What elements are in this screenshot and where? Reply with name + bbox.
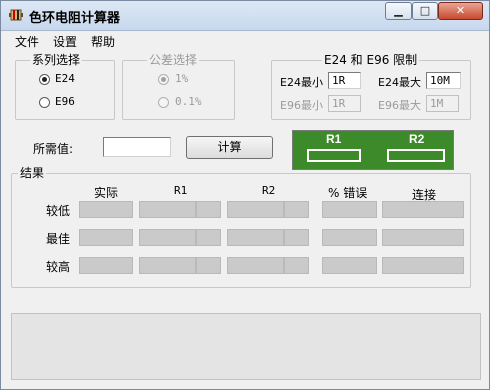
radio-e24[interactable] [39, 74, 50, 85]
lower-r1-field [139, 201, 196, 218]
higher-error-field [322, 257, 377, 274]
lower-r2-field [227, 201, 284, 218]
maximize-icon: □ [419, 4, 431, 17]
app-window: 色环电阻计算器 ▁ □ ✕ 文件 设置 帮助 系列选择 E24 E96 公差选择… [0, 0, 490, 390]
e96-max-input[interactable]: 1M [426, 95, 459, 112]
e24-max-input[interactable]: 10M [426, 72, 461, 89]
r2-label: R2 [409, 132, 425, 146]
r1-label: R1 [326, 132, 342, 146]
higher-r1-unit-field [196, 257, 221, 274]
lower-r2-unit-field [284, 201, 309, 218]
lower-actual-field [79, 201, 133, 218]
higher-r2-unit-field [284, 257, 309, 274]
r2-resistor-icon [387, 149, 445, 162]
lower-connection-field [382, 201, 464, 218]
results-group-label: 结果 [18, 166, 47, 180]
limits-group-label: E24 和 E96 限制 [322, 53, 420, 67]
e24-min-label: E24最小 [280, 76, 323, 89]
lower-error-field [322, 201, 377, 218]
series-group: 系列选择 E24 E96 [15, 53, 115, 120]
r1-resistor-icon [307, 149, 361, 162]
close-icon: ✕ [455, 4, 466, 17]
results-group: 结果 实际 R1 R2 % 错误 连接 较低 最佳 较高 [11, 166, 471, 288]
e96-min-label: E96最小 [280, 99, 323, 112]
minimize-button[interactable]: ▁ [385, 2, 412, 20]
minimize-icon: ▁ [394, 4, 403, 17]
row-higher-label: 较高 [46, 260, 71, 274]
menu-help[interactable]: 帮助 [91, 33, 115, 50]
row-best-label: 最佳 [46, 232, 71, 246]
best-r2-unit-field [284, 229, 309, 246]
window-title: 色环电阻计算器 [29, 11, 121, 26]
limits-group: E24 和 E96 限制 E24最小 1R E24最大 10M E96最小 1R… [271, 53, 471, 120]
resistor-display: R1 R2 [292, 130, 454, 170]
radio-selected-dot [42, 77, 47, 82]
radio-tol-01pct[interactable] [158, 97, 169, 108]
lower-r1-unit-field [196, 201, 221, 218]
status-area [11, 313, 481, 380]
higher-r2-field [227, 257, 284, 274]
maximize-button[interactable]: □ [412, 2, 438, 20]
e96-min-input[interactable]: 1R [328, 95, 361, 112]
required-value-input[interactable] [103, 137, 171, 157]
best-connection-field [382, 229, 464, 246]
menu-bar: 文件 设置 帮助 [1, 31, 489, 51]
col-error: % 错误 [328, 186, 368, 200]
e24-max-label: E24最大 [378, 76, 421, 89]
higher-connection-field [382, 257, 464, 274]
higher-r1-field [139, 257, 196, 274]
menu-file[interactable]: 文件 [15, 33, 39, 50]
e96-max-label: E96最大 [378, 99, 421, 112]
tolerance-group-label: 公差选择 [147, 53, 200, 67]
row-lower-label: 较低 [46, 204, 71, 218]
e24-min-input[interactable]: 1R [328, 72, 361, 89]
resistor-app-icon [9, 9, 23, 21]
radio-e96[interactable] [39, 97, 50, 108]
radio-tol-1pct-label[interactable]: 1% [175, 72, 188, 85]
radio-tol-01pct-label[interactable]: 0.1% [175, 95, 202, 108]
best-r1-unit-field [196, 229, 221, 246]
radio-selected-dot [161, 77, 166, 82]
title-bar[interactable]: 色环电阻计算器 ▁ □ ✕ [1, 1, 489, 31]
radio-tol-1pct[interactable] [158, 74, 169, 85]
required-value-label: 所需值: [33, 142, 74, 156]
best-error-field [322, 229, 377, 246]
best-actual-field [79, 229, 133, 246]
best-r1-field [139, 229, 196, 246]
tolerance-group: 公差选择 1% 0.1% [122, 53, 235, 120]
calculate-button[interactable]: 计算 [186, 136, 273, 159]
col-r2: R2 [262, 184, 276, 197]
radio-e24-label[interactable]: E24 [55, 72, 75, 85]
col-actual: 实际 [94, 186, 119, 200]
higher-actual-field [79, 257, 133, 274]
menu-settings[interactable]: 设置 [53, 33, 77, 50]
radio-e96-label[interactable]: E96 [55, 95, 75, 108]
close-button[interactable]: ✕ [438, 2, 483, 20]
best-r2-field [227, 229, 284, 246]
col-r1: R1 [174, 184, 188, 197]
series-group-label: 系列选择 [30, 53, 83, 67]
